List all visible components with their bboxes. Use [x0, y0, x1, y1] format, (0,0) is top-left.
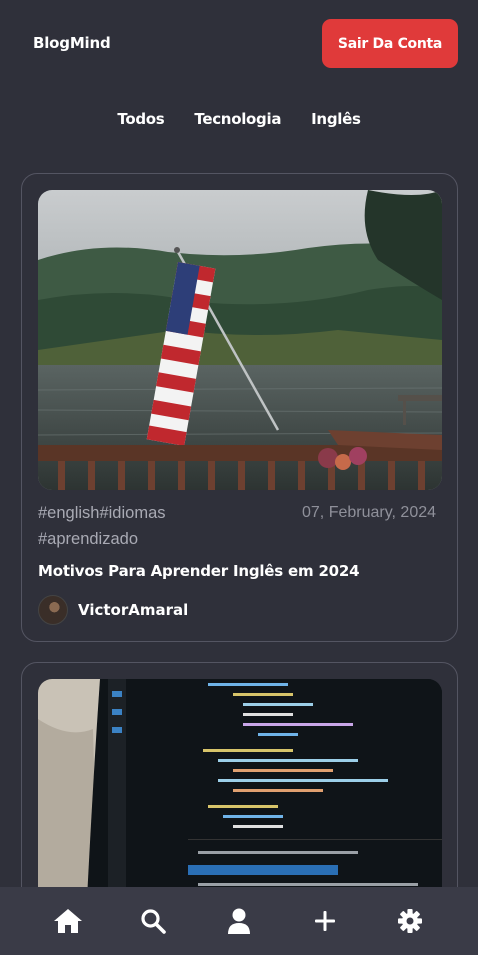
post-image[interactable]	[38, 679, 442, 919]
gear-icon	[398, 909, 423, 933]
tab-ingles[interactable]: Inglês	[311, 110, 361, 132]
post-image[interactable]	[38, 190, 442, 490]
american-flag-lake-photo	[38, 190, 442, 490]
search-icon	[141, 909, 167, 934]
code-editor-laptop-photo	[38, 679, 442, 919]
post-author[interactable]: VictorAmaral	[38, 594, 188, 626]
nav-search[interactable]	[133, 901, 173, 941]
post-title[interactable]: Motivos Para Aprender Inglês em 2024	[38, 562, 438, 580]
bottom-navigation	[0, 887, 478, 955]
post-card[interactable]: #english#idiomas #aprendizado 07, Februa…	[21, 173, 458, 642]
avatar	[38, 595, 68, 625]
post-tags[interactable]: #english#idiomas #aprendizado	[38, 500, 248, 552]
category-tabs: Todos Tecnologia Inglês	[0, 110, 478, 132]
post-date: 07, February, 2024	[302, 504, 437, 521]
plus-icon	[314, 911, 335, 931]
nav-settings[interactable]	[390, 901, 430, 941]
home-icon	[53, 909, 82, 933]
logout-button[interactable]: Sair Da Conta	[322, 19, 458, 68]
user-icon	[227, 908, 250, 934]
brand-logo[interactable]: BlogMind	[33, 34, 111, 52]
app-header: BlogMind Sair Da Conta	[0, 0, 478, 88]
nav-home[interactable]	[48, 901, 88, 941]
nav-new-post[interactable]	[305, 901, 345, 941]
author-name: VictorAmaral	[78, 601, 189, 619]
nav-profile[interactable]	[219, 901, 259, 941]
tab-tecnologia[interactable]: Tecnologia	[194, 110, 281, 132]
tab-todos[interactable]: Todos	[117, 110, 164, 132]
